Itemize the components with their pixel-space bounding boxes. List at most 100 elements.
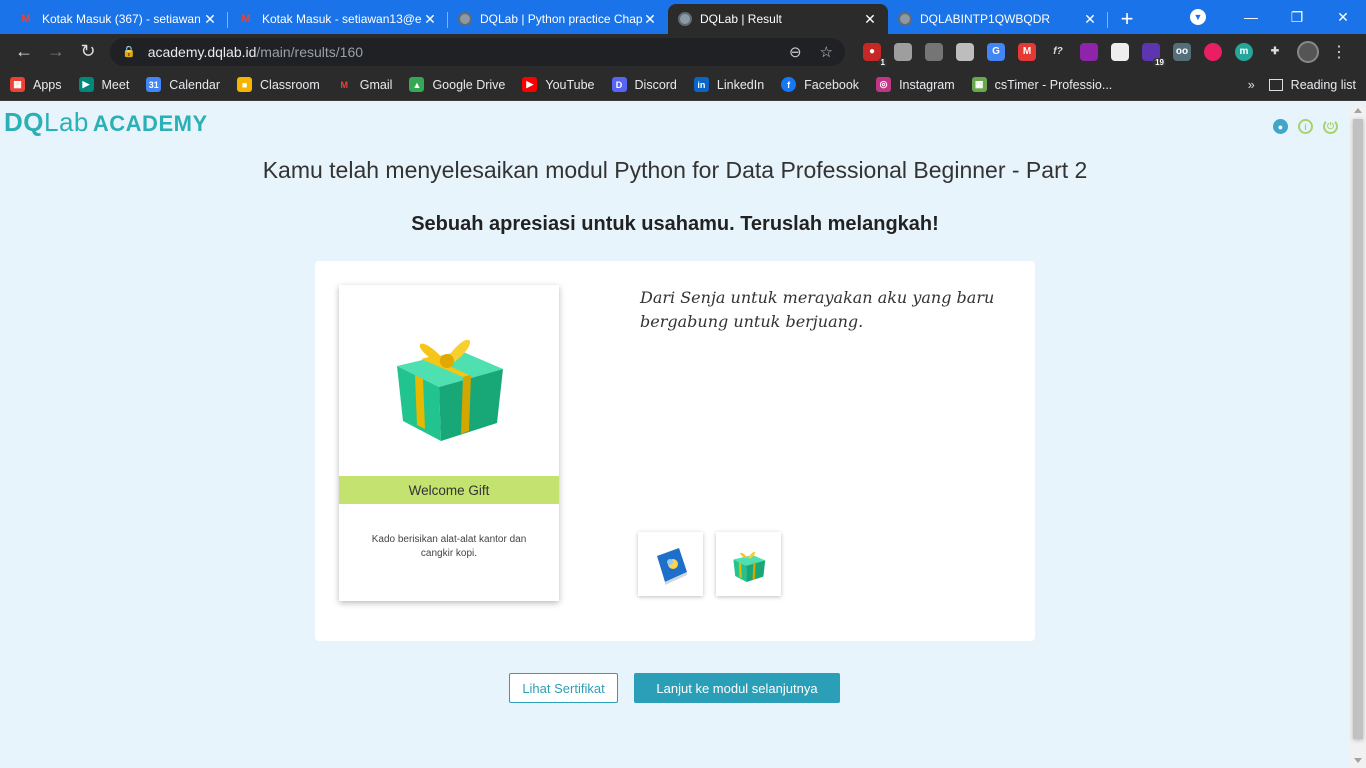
info-icon[interactable]: i	[1298, 119, 1313, 134]
view-certificate-button[interactable]: Lihat Sertifikat	[509, 673, 618, 703]
tab-search-icon[interactable]: ▼	[1190, 9, 1206, 25]
calendar-icon: 31	[146, 77, 162, 92]
forward-icon[interactable]: →	[40, 36, 72, 68]
dqlab-logo[interactable]: DQLab ACADEMY	[4, 107, 208, 138]
extension-icon[interactable]: oo	[1173, 42, 1191, 61]
puzzle-icon[interactable]: ✚	[1266, 43, 1284, 61]
bookmark-label: Calendar	[169, 77, 221, 92]
globe-icon	[458, 12, 472, 26]
bookmark-label: Google Drive	[432, 77, 506, 92]
bookmark-calendar[interactable]: 31 Calendar	[146, 77, 220, 92]
bookmark-instagram[interactable]: ◎ Instagram	[876, 77, 955, 92]
bookmark-label: Discord	[634, 77, 677, 92]
youtube-icon: ▶	[522, 77, 538, 92]
bookmark-discord[interactable]: D Discord	[611, 77, 677, 92]
close-tab-icon[interactable]: ✕	[202, 11, 218, 28]
globe-icon	[678, 12, 692, 26]
scroll-down-icon[interactable]	[1354, 758, 1362, 763]
bookmark-drive[interactable]: ▲ Google Drive	[409, 77, 505, 92]
close-tab-icon[interactable]: ✕	[1082, 11, 1098, 28]
bookmark-label: csTimer - Professio...	[994, 77, 1113, 92]
restore-icon[interactable]: ❐	[1274, 9, 1320, 26]
logo-dq: DQ	[4, 107, 44, 137]
browser-tab[interactable]: M Kotak Masuk (367) - setiawan ✕	[8, 4, 228, 34]
reward-thumbnail-book[interactable]	[638, 532, 703, 596]
instagram-icon: ◎	[876, 77, 892, 92]
scroll-up-icon[interactable]	[1354, 108, 1362, 113]
url-host: academy.dqlab.id	[147, 43, 257, 60]
color-extension-icon[interactable]	[1080, 42, 1098, 61]
translate-extension-icon[interactable]: G	[987, 42, 1005, 61]
page-scrollbar[interactable]	[1350, 103, 1366, 768]
bookmark-cstimer[interactable]: ▦ csTimer - Professio...	[971, 77, 1113, 92]
bookmark-facebook[interactable]: f Facebook	[781, 77, 859, 92]
close-tab-icon[interactable]: ✕	[422, 11, 438, 28]
browser-tab[interactable]: M Kotak Masuk - setiawan13@e ✕	[228, 4, 448, 34]
reward-thumbnail-gift[interactable]	[716, 532, 781, 596]
extension-badge: 19	[1153, 57, 1166, 67]
zoom-icon[interactable]: ⊖	[789, 43, 802, 61]
tab-title: Kotak Masuk - setiawan13@e	[262, 12, 422, 26]
next-module-button[interactable]: Lanjut ke modul selanjutnya	[634, 673, 840, 703]
menu-kebab-icon[interactable]: ⋮	[1331, 42, 1347, 62]
user-profile-icon[interactable]: ●	[1273, 119, 1288, 134]
gmail-icon: M	[21, 13, 31, 25]
bookmark-apps[interactable]: ▦ Apps	[10, 77, 62, 92]
gmail-icon: M	[340, 79, 349, 90]
bookmark-meet[interactable]: ▶ Meet	[78, 77, 130, 92]
reading-list-icon	[1268, 78, 1283, 91]
address-bar[interactable]: 🔒 academy.dqlab.id/main/results/160 ⊖ ☆	[110, 37, 845, 66]
gmail-icon: M	[241, 13, 251, 25]
close-tab-icon[interactable]: ✕	[642, 11, 658, 28]
bookmark-youtube[interactable]: ▶ YouTube	[522, 77, 595, 92]
extension-icon[interactable]	[925, 42, 943, 61]
gift-description: Kado berisikan alat-alat kantor dan cang…	[371, 534, 527, 559]
url-path: /main/results/160	[256, 43, 364, 60]
extension-icon[interactable]	[956, 42, 974, 61]
browser-tab[interactable]: DQLab | Python practice Chap ✕	[448, 4, 668, 34]
book-icon	[656, 548, 687, 585]
bookmark-label: Facebook	[804, 77, 860, 92]
extension-icon[interactable]: M	[1018, 42, 1036, 61]
globe-icon	[898, 12, 912, 26]
bookmark-classroom[interactable]: ■ Classroom	[237, 77, 320, 92]
browser-tab[interactable]: DQLABINTP1QWBQDR ✕	[888, 4, 1108, 34]
browser-toolbar: ← → ↻ 🔒 academy.dqlab.id/main/results/16…	[0, 34, 1366, 69]
browser-tab-active[interactable]: DQLab | Result ✕	[668, 4, 888, 34]
extension-icon[interactable]	[1111, 42, 1129, 61]
avatar[interactable]	[1297, 40, 1319, 63]
extension-icon[interactable]: ● 1	[863, 42, 887, 67]
extension-icon[interactable]: m	[1235, 42, 1253, 61]
extension-icon[interactable]: 19	[1142, 42, 1166, 67]
close-tab-icon[interactable]: ✕	[862, 11, 878, 28]
bookmark-label: Meet	[101, 77, 130, 92]
page-subtitle: Sebuah apresiasi untuk usahamu. Teruslah…	[411, 213, 939, 235]
bookmark-gmail[interactable]: M Gmail	[337, 77, 393, 92]
gift-box-icon	[397, 339, 503, 441]
bookmark-star-icon[interactable]: ☆	[820, 43, 833, 61]
logo-academy: ACADEMY	[92, 111, 208, 136]
meet-icon: ▶	[78, 77, 94, 92]
logout-power-icon[interactable]: ⏻	[1323, 119, 1338, 134]
close-window-icon[interactable]: ✕	[1320, 9, 1366, 26]
tab-title: DQLABINTP1QWBQDR	[920, 12, 1051, 26]
font-extension-icon[interactable]: f?	[1049, 43, 1067, 61]
reload-icon[interactable]: ↻	[72, 36, 104, 68]
more-bookmarks-icon[interactable]: »	[1248, 78, 1255, 92]
gift-title: Welcome Gift	[339, 476, 559, 504]
new-tab-button[interactable]: +	[1112, 4, 1142, 34]
minimize-icon[interactable]: —	[1228, 9, 1274, 25]
extension-icon[interactable]	[1204, 42, 1222, 61]
scrollbar-thumb[interactable]	[1353, 119, 1363, 739]
extension-badge: 1	[878, 57, 887, 67]
page-title: Kamu telah menyelesaikan modul Python fo…	[262, 157, 1088, 183]
drive-icon: ▲	[409, 77, 425, 92]
tab-separator	[1107, 12, 1108, 28]
back-icon[interactable]: ←	[8, 36, 40, 68]
logo-lab: Lab	[44, 107, 89, 137]
bookmark-linkedin[interactable]: in LinkedIn	[693, 77, 764, 92]
header-icons: ● i ⏻	[1263, 119, 1338, 134]
extension-icon[interactable]	[894, 42, 912, 61]
reading-list-button[interactable]: Reading list	[1268, 78, 1356, 92]
bookmark-label: YouTube	[545, 77, 595, 92]
